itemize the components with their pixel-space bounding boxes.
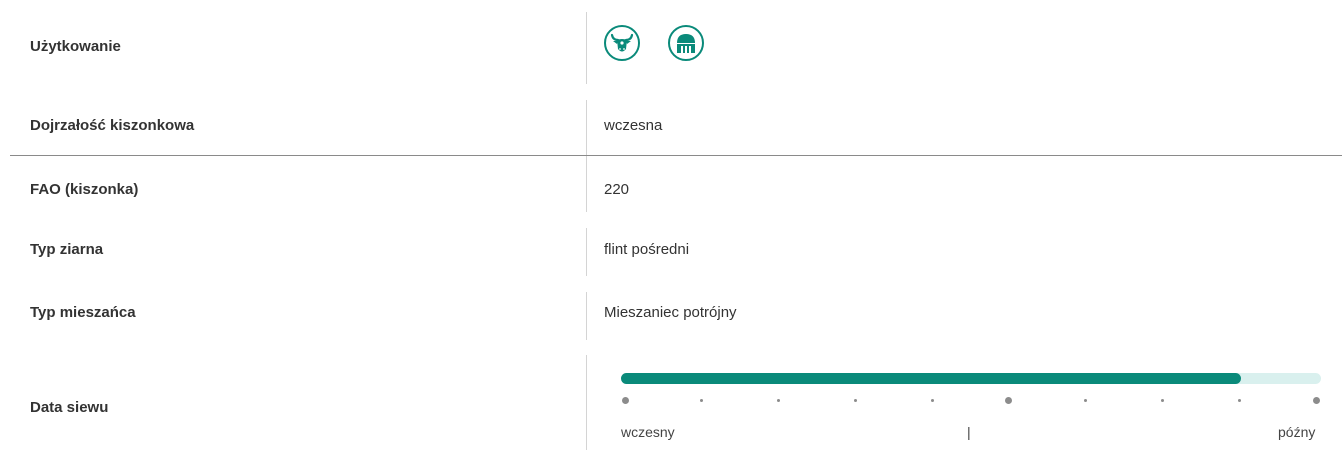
scale-tick-minor	[700, 399, 703, 402]
scale-tick-minor	[854, 399, 857, 402]
scale-tick-major	[1005, 397, 1012, 404]
row-label: FAO (kiszonka)	[30, 181, 139, 198]
column-divider	[586, 355, 587, 450]
row-dojrzalosc-kiszonkowa: Dojrzałość kiszonkowa wczesna	[0, 90, 1342, 155]
column-divider	[586, 228, 587, 276]
silo-icon	[668, 25, 704, 61]
scale-label-late: późny	[1278, 424, 1316, 440]
scale-tick-minor	[1161, 399, 1164, 402]
row-label: Data siewu	[30, 399, 109, 416]
row-fao-kiszonka: FAO (kiszonka) 220	[0, 156, 1342, 220]
sowing-scale-fill	[621, 373, 1241, 384]
scale-tick-minor	[1238, 399, 1241, 402]
scale-tick-major	[622, 397, 629, 404]
row-value: flint pośredni	[604, 241, 690, 258]
cow-icon	[604, 25, 640, 61]
row-label: Typ mieszańca	[30, 304, 136, 321]
scale-label-early: wczesny	[621, 424, 675, 440]
row-label: Dojrzałość kiszonkowa	[30, 117, 195, 134]
column-divider	[586, 12, 587, 84]
sowing-scale-track	[621, 373, 1321, 384]
row-value: 220	[604, 181, 630, 198]
column-divider	[586, 292, 587, 340]
row-typ-ziarna: Typ ziarna flint pośredni	[0, 220, 1342, 284]
scale-tick-minor	[931, 399, 934, 402]
column-divider	[586, 156, 587, 212]
row-value: wczesna	[604, 117, 663, 134]
scale-tick-major	[1313, 397, 1320, 404]
row-uzytkowanie: Użytkowanie	[0, 0, 1342, 90]
row-label: Użytkowanie	[30, 38, 121, 55]
scale-tick-minor	[777, 399, 780, 402]
row-value: Mieszaniec potrójny	[604, 304, 737, 321]
scale-tick-minor	[1084, 399, 1087, 402]
row-typ-mieszanca: Typ mieszańca Mieszaniec potrójny	[0, 284, 1342, 348]
column-divider	[586, 100, 587, 155]
row-label: Typ ziarna	[30, 241, 104, 258]
scale-label-middle: |	[967, 424, 971, 440]
